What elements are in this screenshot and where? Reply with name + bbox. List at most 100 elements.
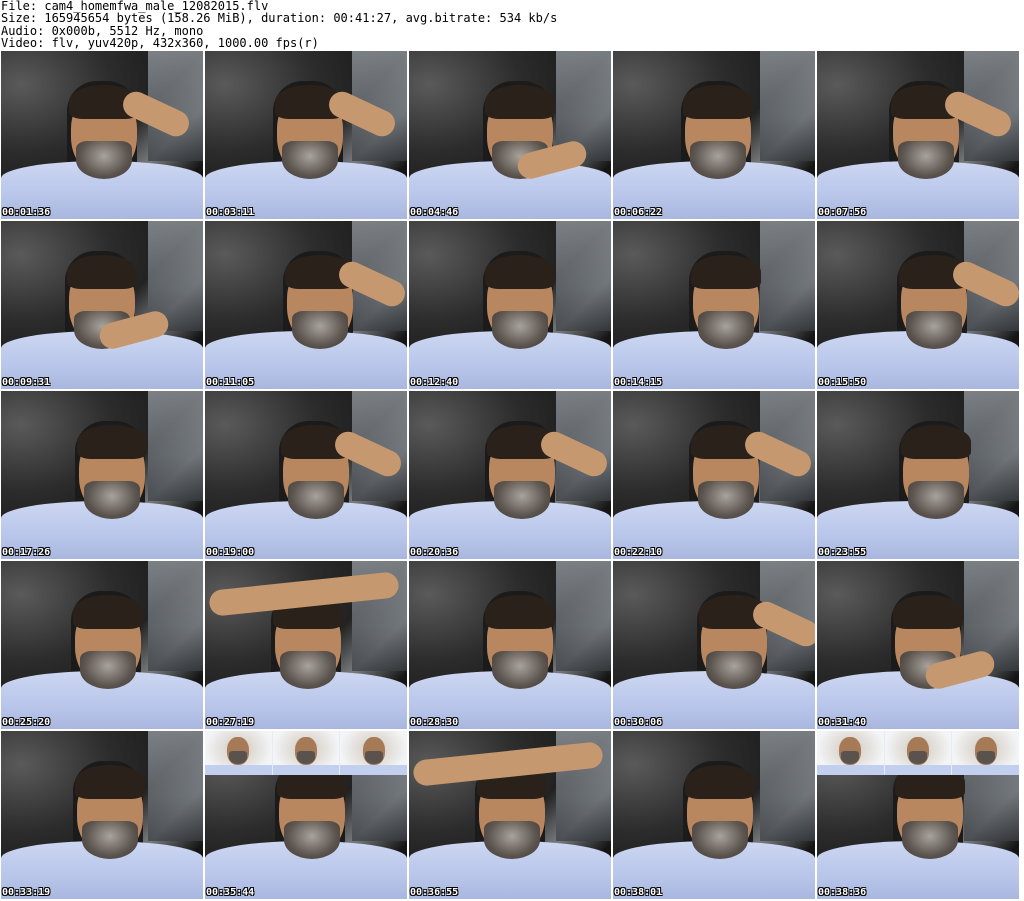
- video-thumbnail: 00:06:22: [613, 51, 815, 219]
- video-thumbnail: 00:28:30: [409, 561, 611, 729]
- thumbnail-timestamp: 00:25:20: [2, 717, 51, 728]
- video-thumbnail: 00:31:40: [817, 561, 1019, 729]
- hair: [485, 595, 555, 629]
- preview-frame: [272, 731, 340, 775]
- mini-shirt: [952, 765, 1019, 775]
- hair: [893, 595, 963, 629]
- thumbnail-timestamp: 00:22:10: [614, 547, 663, 558]
- beard: [692, 821, 748, 859]
- thumbnail-timestamp: 00:23:55: [818, 547, 867, 558]
- file-size-line: Size: 165945654 bytes (158.26 MiB), dura…: [1, 11, 558, 26]
- beard: [280, 651, 336, 689]
- beard: [82, 821, 138, 859]
- beard: [492, 651, 548, 689]
- video-info-line: Video: flv, yuv420p, 432x360, 1000.00 fp…: [1, 36, 319, 51]
- video-thumbnail: 00:19:00: [205, 391, 407, 559]
- thumbnail-timestamp: 00:03:11: [206, 207, 255, 218]
- video-thumbnail: 00:07:56: [817, 51, 1019, 219]
- thumbnail-timestamp: 00:12:40: [410, 377, 459, 388]
- thumbnail-timestamp: 00:04:46: [410, 207, 459, 218]
- file-info-header: File: cam4_homemfwa_male_12082015.flv Si…: [0, 0, 1024, 50]
- mini-shirt: [205, 765, 272, 775]
- video-thumbnail: 00:04:46: [409, 51, 611, 219]
- video-thumbnail: 00:25:20: [1, 561, 203, 729]
- beard: [908, 481, 964, 519]
- thumbnail-timestamp: 00:07:56: [818, 207, 867, 218]
- video-thumbnail: 00:22:10: [613, 391, 815, 559]
- hair: [485, 255, 555, 289]
- preview-strip: [817, 731, 1019, 775]
- beard: [690, 141, 746, 179]
- car-window: [148, 561, 203, 671]
- hair: [77, 425, 147, 459]
- thumbnail-timestamp: 00:15:50: [818, 377, 867, 388]
- thumbnail-timestamp: 00:19:00: [206, 547, 255, 558]
- video-thumbnail: 00:33:19: [1, 731, 203, 899]
- thumbnail-timestamp: 00:38:01: [614, 887, 663, 898]
- thumbnail-timestamp: 00:01:36: [2, 207, 51, 218]
- beard: [80, 651, 136, 689]
- beard: [492, 311, 548, 349]
- beard: [484, 821, 540, 859]
- beard: [494, 481, 550, 519]
- beard: [898, 141, 954, 179]
- mini-shirt: [884, 765, 952, 775]
- video-thumbnail: 00:36:55: [409, 731, 611, 899]
- beard: [698, 481, 754, 519]
- thumbnail-timestamp: 00:27:19: [206, 717, 255, 728]
- thumbnail-timestamp: 00:35:44: [206, 887, 255, 898]
- video-thumbnail: 00:38:01: [613, 731, 815, 899]
- hair: [67, 255, 137, 289]
- preview-frame: [952, 731, 1019, 775]
- beard: [288, 481, 344, 519]
- mini-beard: [909, 751, 927, 764]
- thumbnail-timestamp: 00:36:55: [410, 887, 459, 898]
- thumbnail-timestamp: 00:30:06: [614, 717, 663, 728]
- thumbnail-timestamp: 00:33:19: [2, 887, 51, 898]
- thumbnail-timestamp: 00:06:22: [614, 207, 663, 218]
- video-thumbnail: 00:03:11: [205, 51, 407, 219]
- preview-frame: [205, 731, 272, 775]
- beard: [84, 481, 140, 519]
- video-thumbnail: 00:38:36: [817, 731, 1019, 899]
- mini-shirt: [817, 765, 884, 775]
- hair: [683, 85, 753, 119]
- hair: [691, 255, 761, 289]
- video-thumbnail: 00:11:05: [205, 221, 407, 389]
- video-thumbnail: 00:12:40: [409, 221, 611, 389]
- hair: [75, 765, 145, 799]
- video-thumbnail: 00:20:36: [409, 391, 611, 559]
- preview-frame: [884, 731, 952, 775]
- beard: [284, 821, 340, 859]
- car-window: [760, 51, 815, 161]
- preview-strip: [205, 731, 407, 775]
- beard: [292, 311, 348, 349]
- video-thumbnail: 00:01:36: [1, 51, 203, 219]
- thumbnail-timestamp: 00:38:36: [818, 887, 867, 898]
- car-window: [760, 221, 815, 331]
- thumbnail-timestamp: 00:09:31: [2, 377, 51, 388]
- car-window: [760, 731, 815, 841]
- mini-shirt: [272, 765, 340, 775]
- thumbnail-timestamp: 00:31:40: [818, 717, 867, 728]
- thumbnail-timestamp: 00:28:30: [410, 717, 459, 728]
- car-window: [556, 561, 611, 671]
- hair: [901, 425, 971, 459]
- car-window: [556, 221, 611, 331]
- preview-frame: [340, 731, 407, 775]
- thumbnail-timestamp: 00:11:05: [206, 377, 255, 388]
- thumbnail-timestamp: 00:17:26: [2, 547, 51, 558]
- video-thumbnail: 00:27:19: [205, 561, 407, 729]
- hair: [73, 595, 143, 629]
- car-window: [964, 391, 1019, 501]
- mini-shirt: [340, 765, 407, 775]
- video-thumbnail: 00:23:55: [817, 391, 1019, 559]
- thumbnail-timestamp: 00:14:15: [614, 377, 663, 388]
- car-window: [148, 731, 203, 841]
- hair: [685, 765, 755, 799]
- beard: [76, 141, 132, 179]
- video-thumbnail: 00:14:15: [613, 221, 815, 389]
- hair: [485, 85, 555, 119]
- video-thumbnail: 00:30:06: [613, 561, 815, 729]
- video-thumbnail: 00:35:44: [205, 731, 407, 899]
